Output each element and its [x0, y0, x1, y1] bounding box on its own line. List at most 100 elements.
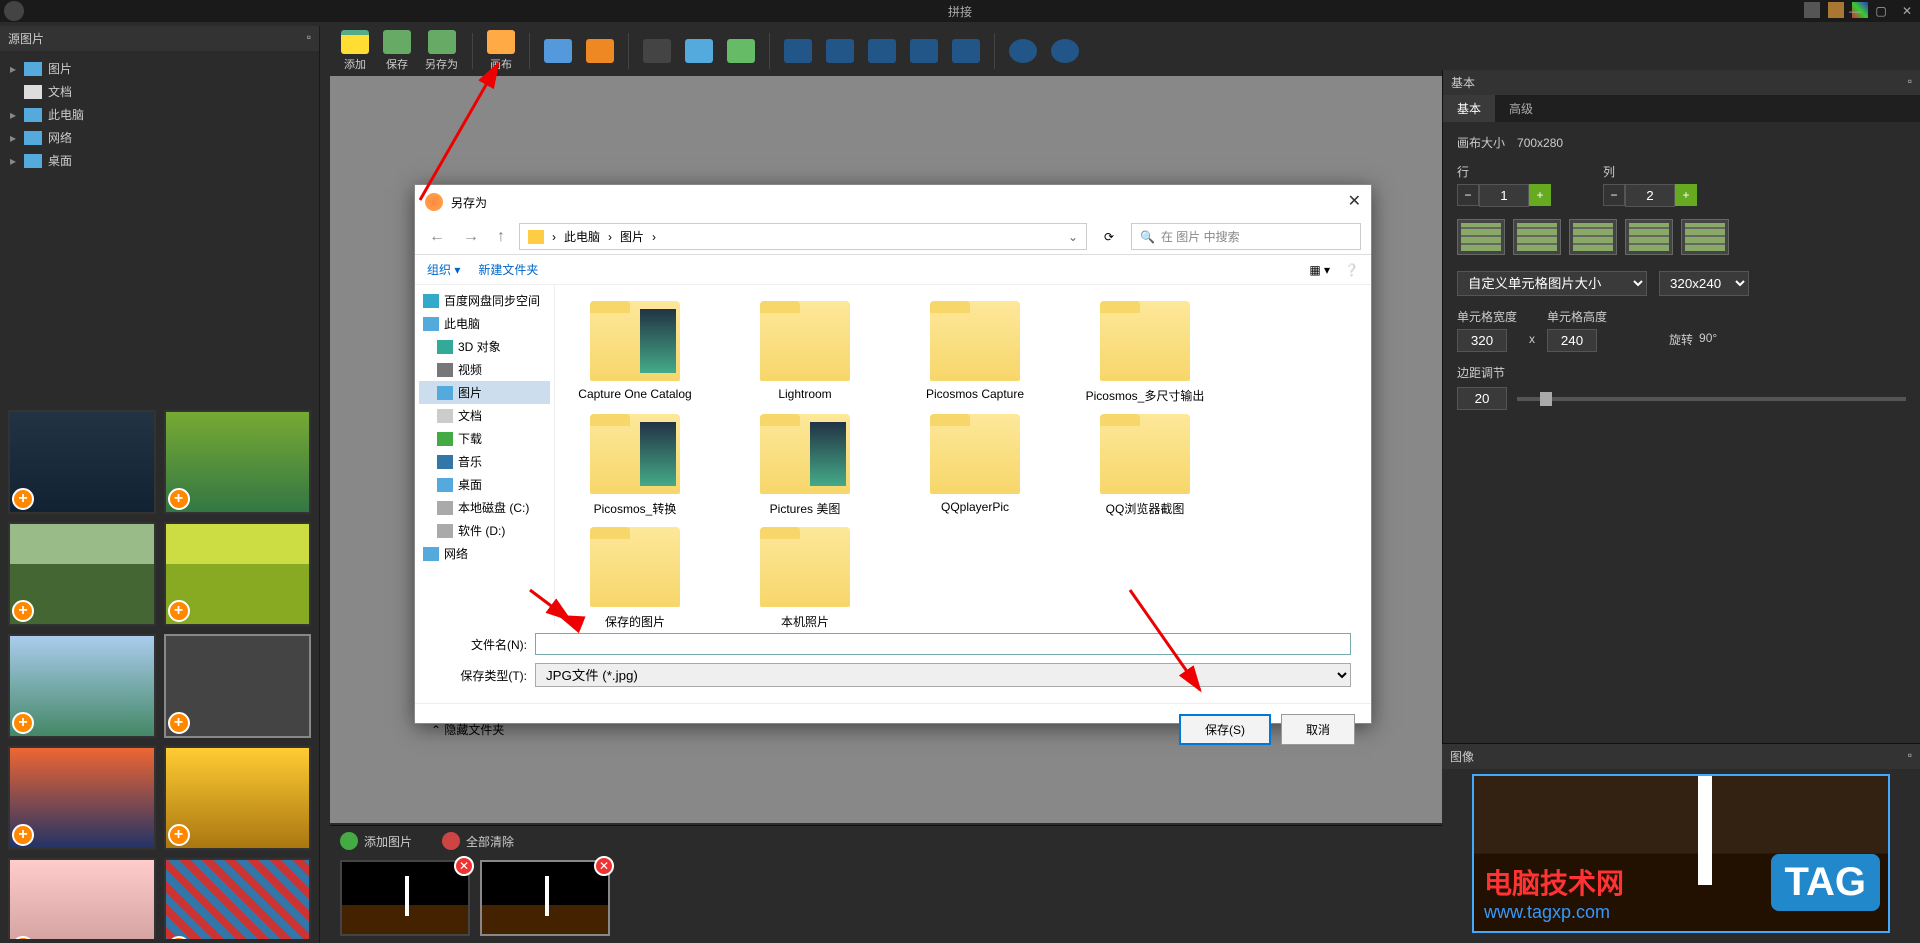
save-confirm-button[interactable]: 保存(S): [1179, 714, 1271, 745]
pin-icon[interactable]: ▫: [1908, 748, 1912, 765]
strip-thumbnail[interactable]: ✕: [340, 860, 470, 936]
cols-increment[interactable]: +: [1675, 184, 1697, 206]
tree-item[interactable]: 视频: [419, 358, 550, 381]
canvas-button[interactable]: 画布: [481, 28, 521, 74]
pin-icon[interactable]: ▫: [1908, 74, 1912, 91]
tree-item-pictures[interactable]: ▸图片: [6, 57, 313, 80]
hide-folders-toggle[interactable]: ⌃ 隐藏文件夹: [431, 721, 504, 738]
save-as-button[interactable]: 另存为: [419, 28, 464, 74]
tree-item[interactable]: 下载: [419, 427, 550, 450]
organize-button[interactable]: 组织 ▾: [427, 261, 460, 278]
add-badge-icon[interactable]: +: [12, 488, 34, 510]
add-badge-icon[interactable]: +: [168, 936, 190, 939]
tree-item[interactable]: 文档: [419, 404, 550, 427]
breadcrumb-item[interactable]: 图片: [620, 228, 644, 245]
close-button[interactable]: ✕: [1898, 4, 1916, 18]
cols-decrement[interactable]: −: [1603, 184, 1625, 206]
tab-basic[interactable]: 基本: [1443, 95, 1495, 122]
add-button[interactable]: 添加: [335, 28, 375, 74]
thumbnail[interactable]: +: [164, 858, 312, 939]
flip-v-button[interactable]: [820, 37, 860, 65]
print-button[interactable]: [538, 37, 578, 65]
folder-item[interactable]: QQplayerPic: [905, 414, 1045, 517]
strip-thumbnail[interactable]: ✕: [480, 860, 610, 936]
crop-button[interactable]: [946, 37, 986, 65]
tab-advanced[interactable]: 高级: [1495, 95, 1547, 122]
tree-item-network[interactable]: ▸网络: [6, 126, 313, 149]
add-badge-icon[interactable]: +: [12, 936, 34, 939]
folder-item[interactable]: Lightroom: [735, 301, 875, 404]
maximize-button[interactable]: ▢: [1872, 4, 1890, 18]
tree-item[interactable]: 软件 (D:): [419, 519, 550, 542]
thumbnail[interactable]: +: [164, 522, 312, 626]
layout-option[interactable]: [1625, 219, 1673, 255]
folder-item[interactable]: Capture One Catalog: [565, 301, 705, 404]
nav-back-button[interactable]: ←: [425, 228, 449, 246]
folder-item[interactable]: Picosmos Capture: [905, 301, 1045, 404]
tree-item[interactable]: 本地磁盘 (C:): [419, 496, 550, 519]
folder-item[interactable]: 本机照片: [735, 527, 875, 630]
new-folder-button[interactable]: 新建文件夹: [478, 261, 538, 278]
add-badge-icon[interactable]: +: [168, 712, 190, 734]
cell-width-input[interactable]: [1457, 329, 1507, 352]
paste-button[interactable]: [721, 37, 761, 65]
pencil-icon[interactable]: [1828, 2, 1844, 18]
thumbnail[interactable]: +: [164, 746, 312, 850]
rotate-left-button[interactable]: [862, 37, 902, 65]
breadcrumb-item[interactable]: 此电脑: [564, 228, 600, 245]
thumbnail[interactable]: +: [8, 858, 156, 939]
add-badge-icon[interactable]: +: [168, 488, 190, 510]
thumbnail[interactable]: +: [8, 746, 156, 850]
zoom-in-button[interactable]: [1003, 37, 1043, 65]
layout-option[interactable]: [1457, 219, 1505, 255]
add-badge-icon[interactable]: +: [12, 712, 34, 734]
add-badge-icon[interactable]: +: [12, 600, 34, 622]
tree-item[interactable]: 3D 对象: [419, 335, 550, 358]
flip-h-button[interactable]: [778, 37, 818, 65]
minimize-button[interactable]: —: [1846, 4, 1864, 18]
layout-option[interactable]: [1681, 219, 1729, 255]
cut-button[interactable]: [637, 37, 677, 65]
rows-increment[interactable]: +: [1529, 184, 1551, 206]
add-badge-icon[interactable]: +: [168, 824, 190, 846]
layout-option[interactable]: [1513, 219, 1561, 255]
cell-height-input[interactable]: [1547, 329, 1597, 352]
help-button[interactable]: ❔: [1344, 263, 1359, 277]
refresh-button[interactable]: ⟳: [1097, 230, 1121, 244]
tree-item[interactable]: 桌面: [419, 473, 550, 496]
layout-option[interactable]: [1569, 219, 1617, 255]
rows-decrement[interactable]: −: [1457, 184, 1479, 206]
cancel-button[interactable]: 取消: [1281, 714, 1355, 745]
thumbnail[interactable]: +: [8, 522, 156, 626]
folder-item[interactable]: Picosmos_多尺寸输出: [1075, 301, 1215, 404]
thumbnail[interactable]: +: [8, 410, 156, 514]
folder-item[interactable]: Pictures 美图: [735, 414, 875, 517]
margin-slider[interactable]: [1517, 397, 1906, 401]
note-icon[interactable]: [1804, 2, 1820, 18]
nav-forward-button[interactable]: →: [459, 228, 483, 246]
tree-item[interactable]: 此电脑: [419, 312, 550, 335]
add-badge-icon[interactable]: +: [12, 824, 34, 846]
tree-item[interactable]: 网络: [419, 542, 550, 565]
filetype-select[interactable]: JPG文件 (*.jpg): [535, 663, 1351, 687]
rotate-right-button[interactable]: [904, 37, 944, 65]
tree-item[interactable]: 百度网盘同步空间: [419, 289, 550, 312]
breadcrumb[interactable]: › 此电脑 › 图片 › ⌄: [519, 223, 1087, 250]
tree-item[interactable]: 音乐: [419, 450, 550, 473]
cell-size-select[interactable]: 自定义单元格图片大小: [1457, 271, 1647, 296]
view-mode-button[interactable]: ▦ ▾: [1309, 263, 1330, 277]
folder-item[interactable]: QQ浏览器截图: [1075, 414, 1215, 517]
thumbnail[interactable]: +: [164, 410, 312, 514]
thumbnail[interactable]: +: [8, 634, 156, 738]
cell-size-preset[interactable]: 320x240: [1659, 271, 1749, 296]
add-badge-icon[interactable]: +: [168, 600, 190, 622]
filename-input[interactable]: [535, 633, 1351, 655]
add-image-button[interactable]: 添加图片: [340, 832, 412, 850]
clear-all-button[interactable]: 全部清除: [442, 832, 514, 850]
remove-icon[interactable]: ✕: [454, 856, 474, 876]
remove-icon[interactable]: ✕: [594, 856, 614, 876]
tree-item-desktop[interactable]: ▸桌面: [6, 149, 313, 172]
tree-item[interactable]: 图片: [419, 381, 550, 404]
folder-item[interactable]: 保存的图片: [565, 527, 705, 630]
copy-button[interactable]: [679, 37, 719, 65]
